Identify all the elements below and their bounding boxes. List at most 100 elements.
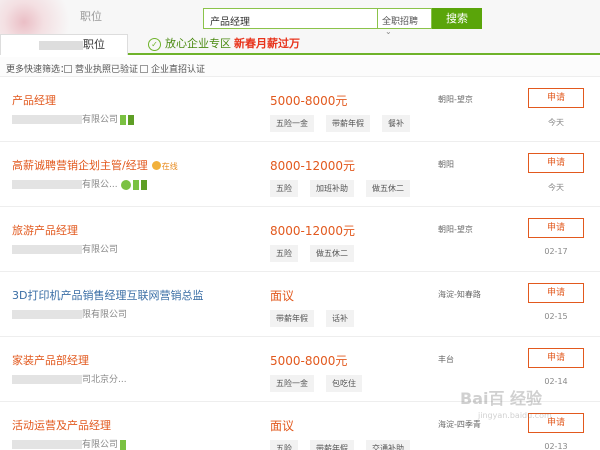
blurred-text [12, 440, 82, 449]
filter-label: 更多快速筛选： [6, 65, 70, 75]
job-title-link[interactable]: 活动运营及产品经理 [12, 417, 111, 433]
benefit-tag: 做五休二 [310, 245, 354, 262]
job-title-link[interactable]: 家装产品部经理 [12, 352, 89, 368]
apply-button[interactable]: 申请 [528, 153, 584, 173]
job-title-link[interactable]: 高薪诚聘营销企划主管/经理 在线 [12, 157, 178, 173]
verified-badge-icon [132, 179, 139, 190]
job-title-link[interactable]: 产品经理 [12, 92, 56, 108]
shield-icon: ✓ [148, 37, 161, 51]
benefit-tags: 五险 做五休二 [270, 241, 366, 262]
search-input[interactable]: 产品经理 [203, 8, 378, 29]
post-date: 02-15 [544, 312, 568, 321]
company-label: 有限公司 [82, 440, 119, 450]
salary: 5000-8000元 [270, 94, 348, 108]
job-title-link[interactable]: 旅游产品经理 [12, 222, 78, 238]
watermark-text: Bai百 经验 [460, 389, 543, 408]
salary: 8000-12000元 [270, 224, 356, 238]
blurred-text [12, 375, 82, 384]
job-row: 产品经理 有限公司 5000-8000元 五险一金 带薪年假 餐补 朝阳-望京 申请… [0, 78, 600, 142]
blurred-text [12, 180, 82, 189]
company-label: 有限公司 [82, 245, 119, 255]
checkbox-icon[interactable] [140, 65, 148, 73]
job-title-link[interactable]: 3D打印机产品销售经理互联网营销总监 [12, 287, 203, 303]
benefit-tags: 五险一金 带薪年假 餐补 [270, 111, 422, 132]
benefit-tag: 带薪年假 [326, 115, 370, 132]
tab-spring-promo[interactable]: 新春月薪过万 [226, 34, 308, 55]
job-location: 朝阳-望京 [438, 95, 473, 104]
tab-jobs-label: 职位 [83, 38, 105, 51]
search-scope-select[interactable]: 全职招聘⌄ [378, 8, 432, 36]
verified-badge-icon [120, 114, 127, 125]
tab-jobs[interactable]: 职位 [0, 34, 128, 55]
apply-button[interactable]: 申请 [528, 283, 584, 303]
tab-trusted-label: 放心企业专区 [165, 37, 231, 50]
company-name[interactable]: 限有限公司 [12, 307, 127, 320]
post-date: 今天 [548, 183, 564, 192]
benefit-tag: 做五休二 [366, 180, 410, 197]
tab-trusted-companies[interactable]: ✓ 放心企业专区 [140, 34, 239, 55]
cert-badge-icon [140, 179, 148, 190]
company-label: 有限公司 [82, 115, 119, 125]
apply-button[interactable]: 申请 [528, 88, 584, 108]
company-name[interactable]: 有限公... [12, 177, 148, 190]
company-name[interactable]: 有限公司 [12, 437, 127, 450]
post-date: 02-13 [544, 442, 568, 450]
tab-bar: 职位 ✓ 放心企业专区 新春月薪过万 [0, 32, 600, 55]
verify-icon [120, 179, 131, 190]
salary: 8000-12000元 [270, 159, 356, 173]
verified-badge-icon [120, 439, 127, 450]
benefit-tag: 五险一金 [270, 115, 314, 132]
salary: 面议 [270, 419, 295, 433]
post-date: 今天 [548, 118, 564, 127]
benefit-tag: 五险 [270, 245, 298, 262]
online-label: 在线 [161, 162, 178, 171]
company-name[interactable]: 司北京分... [12, 372, 127, 385]
blurred-text [39, 40, 83, 50]
company-name[interactable]: 有限公司 [12, 242, 118, 255]
salary: 5000-8000元 [270, 354, 348, 368]
blurred-text [12, 115, 82, 124]
benefit-tag: 包吃住 [326, 375, 362, 392]
benefit-tags: 五险 加班补助 做五休二 [270, 176, 422, 197]
benefit-tags: 带薪年假 话补 [270, 306, 366, 327]
benefit-tags: 五险一金 包吃住 [270, 371, 374, 392]
header-top-tab[interactable]: 职位 [80, 8, 102, 24]
search-button[interactable]: 搜索 [432, 8, 482, 29]
benefit-tags: 五险 带薪年假 交通补助 [270, 436, 422, 450]
job-row: 3D打印机产品销售经理互联网营销总监 限有限公司 面议 带薪年假 话补 海淀-知春… [0, 273, 600, 337]
company-label: 有限公... [82, 180, 118, 190]
benefit-tag: 加班补助 [310, 180, 354, 197]
filter-direct-hire[interactable]: 企业直招认证 [140, 62, 205, 75]
filter-option-label: 营业执照已验证 [75, 65, 139, 75]
company-label: 限有限公司 [82, 310, 128, 320]
watermark-sub: jingyan.baidu.com [478, 411, 552, 420]
post-date: 02-17 [544, 247, 568, 256]
online-icon [151, 161, 161, 170]
checkbox-icon[interactable] [64, 65, 72, 73]
apply-button[interactable]: 申请 [528, 348, 584, 368]
benefit-tag: 带薪年假 [310, 440, 354, 450]
filter-option-label: 企业直招认证 [151, 65, 206, 75]
job-location: 海淀-知春路 [438, 290, 481, 299]
apply-button[interactable]: 申请 [528, 218, 584, 238]
company-name[interactable]: 有限公司 [12, 112, 135, 125]
job-location: 海淀-四季青 [438, 420, 481, 429]
benefit-tag: 五险一金 [270, 375, 314, 392]
company-label: 司北京分... [82, 375, 127, 385]
job-row: 高薪诚聘营销企划主管/经理 在线 有限公... 8000-12000元 五险 加班补… [0, 143, 600, 207]
online-status: 在线 [151, 161, 178, 172]
benefit-tag: 五险 [270, 440, 298, 450]
filter-license-verified[interactable]: 营业执照已验证 [64, 62, 138, 75]
benefit-tag: 话补 [326, 310, 354, 327]
blurred-text [12, 245, 82, 254]
job-location: 朝阳 [438, 160, 454, 169]
blurred-text [12, 310, 82, 319]
benefit-tag: 交通补助 [366, 440, 410, 450]
job-location: 丰台 [438, 355, 454, 364]
benefit-tag: 带薪年假 [270, 310, 314, 327]
header: 职位 产品经理 全职招聘⌄ 搜索 职位 ✓ 放心企业专区 新春月薪过万 [0, 0, 600, 55]
search-scope-label: 全职招聘 [382, 17, 419, 27]
benefit-tag: 五险 [270, 180, 298, 197]
job-title-text: 高薪诚聘营销企划主管/经理 [12, 159, 148, 172]
cert-badge-icon [128, 114, 135, 125]
